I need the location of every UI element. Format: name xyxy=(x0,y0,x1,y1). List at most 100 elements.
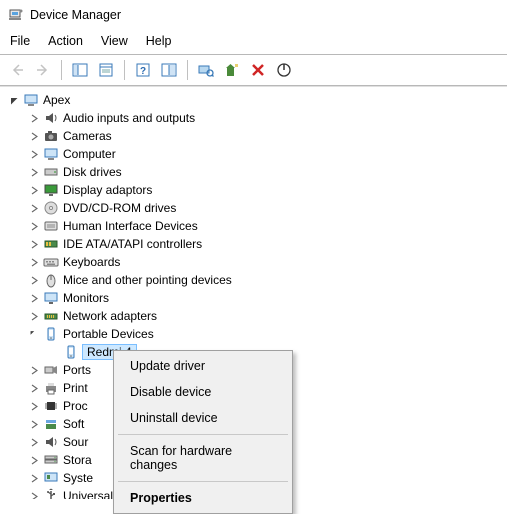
tree-item-label[interactable]: Monitors xyxy=(63,291,109,305)
tree-item-label[interactable]: Print xyxy=(63,381,88,395)
portable-icon xyxy=(43,326,59,342)
properties-button[interactable] xyxy=(95,59,117,81)
window-title: Device Manager xyxy=(30,8,121,22)
chevron-right-icon[interactable] xyxy=(28,400,40,412)
dvd-icon xyxy=(43,200,59,216)
tree-item-label[interactable]: Mice and other pointing devices xyxy=(63,273,232,287)
camera-icon xyxy=(43,128,59,144)
update-driver-button[interactable] xyxy=(221,59,243,81)
chevron-right-icon[interactable] xyxy=(28,292,40,304)
tree-root-label[interactable]: Apex xyxy=(43,93,70,107)
tree-item-label[interactable]: Soft xyxy=(63,417,84,431)
tree-item-label[interactable]: Cameras xyxy=(63,129,112,143)
tree-item[interactable]: Human Interface Devices xyxy=(28,217,507,235)
chevron-right-icon[interactable] xyxy=(28,274,40,286)
chevron-right-icon[interactable] xyxy=(28,220,40,232)
menu-file[interactable]: File xyxy=(10,34,30,48)
tree-item-label[interactable]: Sour xyxy=(63,435,88,449)
tree-item[interactable]: Cameras xyxy=(28,127,507,145)
uninstall-button[interactable] xyxy=(247,59,269,81)
chevron-right-icon[interactable] xyxy=(28,436,40,448)
tree-item[interactable]: Disk drives xyxy=(28,163,507,181)
chevron-right-icon[interactable] xyxy=(28,184,40,196)
chevron-right-icon[interactable] xyxy=(28,166,40,178)
sound-icon xyxy=(43,434,59,450)
spacer xyxy=(48,346,60,358)
chevron-right-icon[interactable] xyxy=(28,364,40,376)
tree-item[interactable]: DVD/CD-ROM drives xyxy=(28,199,507,217)
tree-item-label[interactable]: Syste xyxy=(63,471,93,485)
usb-icon xyxy=(43,488,59,499)
menu-properties[interactable]: Properties xyxy=(116,485,290,511)
tree-item-label[interactable]: Ports xyxy=(63,363,91,377)
menu-scan-hardware[interactable]: Scan for hardware changes xyxy=(116,438,290,478)
menu-help[interactable]: Help xyxy=(146,34,172,48)
chevron-right-icon[interactable] xyxy=(28,256,40,268)
chevron-right-icon[interactable] xyxy=(28,454,40,466)
app-icon xyxy=(8,7,24,23)
tree-item-label[interactable]: Audio inputs and outputs xyxy=(63,111,195,125)
chevron-right-icon[interactable] xyxy=(28,382,40,394)
menu-separator xyxy=(118,481,288,482)
chevron-right-icon[interactable] xyxy=(28,130,40,142)
computer-icon xyxy=(23,92,39,108)
tree-item[interactable]: Mice and other pointing devices xyxy=(28,271,507,289)
tree-item[interactable]: Computer xyxy=(28,145,507,163)
menu-update-driver[interactable]: Update driver xyxy=(116,353,290,379)
chevron-right-icon[interactable] xyxy=(28,490,40,499)
disable-button[interactable] xyxy=(273,59,295,81)
menu-uninstall-device[interactable]: Uninstall device xyxy=(116,405,290,431)
tree-item-label[interactable]: Computer xyxy=(63,147,116,161)
toolbar-separator xyxy=(187,60,188,80)
software-icon xyxy=(43,416,59,432)
menu-disable-device[interactable]: Disable device xyxy=(116,379,290,405)
tree-item[interactable]: Monitors xyxy=(28,289,507,307)
tree-item[interactable]: Audio inputs and outputs xyxy=(28,109,507,127)
tree-item-label[interactable]: Keyboards xyxy=(63,255,120,269)
tree-item-label[interactable]: Stora xyxy=(63,453,92,467)
chevron-down-icon[interactable] xyxy=(28,328,40,340)
menu-separator xyxy=(118,434,288,435)
tree-item-label[interactable]: Proc xyxy=(63,399,88,413)
storage-icon xyxy=(43,452,59,468)
console-tree-button[interactable] xyxy=(69,59,91,81)
tree-item-label[interactable]: Disk drives xyxy=(63,165,122,179)
chevron-right-icon[interactable] xyxy=(28,112,40,124)
computer-icon xyxy=(43,146,59,162)
chevron-down-icon[interactable] xyxy=(8,94,20,106)
toolbar-separator xyxy=(124,60,125,80)
tree-item-label[interactable]: Portable Devices xyxy=(63,327,154,341)
chevron-right-icon[interactable] xyxy=(28,148,40,160)
mouse-icon xyxy=(43,272,59,288)
menubar: File Action View Help xyxy=(0,30,507,54)
action-center-button[interactable] xyxy=(158,59,180,81)
ide-icon xyxy=(43,236,59,252)
chevron-right-icon[interactable] xyxy=(28,418,40,430)
printer-icon xyxy=(43,380,59,396)
tree-item[interactable]: Portable Devices xyxy=(28,325,507,343)
tree-item-label[interactable]: Network adapters xyxy=(63,309,157,323)
context-menu: Update driver Disable device Uninstall d… xyxy=(113,350,293,514)
tree-item-label[interactable]: Human Interface Devices xyxy=(63,219,198,233)
tree-item[interactable]: Keyboards xyxy=(28,253,507,271)
tree-item-label[interactable]: DVD/CD-ROM drives xyxy=(63,201,176,215)
tree-item[interactable]: IDE ATA/ATAPI controllers xyxy=(28,235,507,253)
forward-button xyxy=(32,59,54,81)
menu-view[interactable]: View xyxy=(101,34,128,48)
chevron-right-icon[interactable] xyxy=(28,472,40,484)
toolbar: ? xyxy=(0,55,507,85)
tree-root[interactable]: Apex xyxy=(8,91,507,109)
chevron-right-icon[interactable] xyxy=(28,310,40,322)
help-button[interactable]: ? xyxy=(132,59,154,81)
chevron-right-icon[interactable] xyxy=(28,238,40,250)
scan-button[interactable] xyxy=(195,59,217,81)
tree-item[interactable]: Display adaptors xyxy=(28,181,507,199)
menu-action[interactable]: Action xyxy=(48,34,83,48)
chevron-right-icon[interactable] xyxy=(28,202,40,214)
tree-item-label[interactable]: Display adaptors xyxy=(63,183,152,197)
tree-item-label[interactable]: IDE ATA/ATAPI controllers xyxy=(63,237,202,251)
tree-item[interactable]: Network adapters xyxy=(28,307,507,325)
display-icon xyxy=(43,182,59,198)
audio-icon xyxy=(43,110,59,126)
system-icon xyxy=(43,470,59,486)
